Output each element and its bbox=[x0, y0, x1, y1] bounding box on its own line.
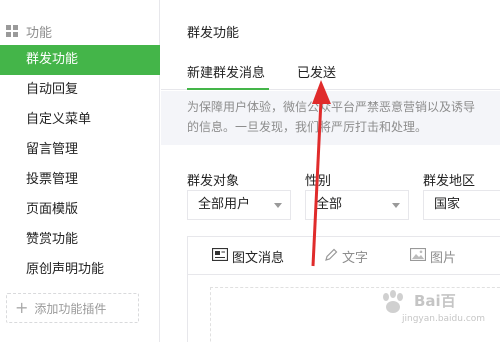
target-select[interactable]: 全部用户 bbox=[187, 190, 291, 220]
region-select[interactable]: 国家 bbox=[423, 190, 500, 220]
sidebar-item-auto-reply[interactable]: 自动回复 bbox=[0, 75, 160, 105]
sidebar-item-custom-menu[interactable]: 自定义菜单 bbox=[0, 105, 160, 135]
watermark-brand: Bai百 bbox=[414, 292, 456, 310]
gender-label: 性别 bbox=[305, 174, 332, 189]
sidebar: 功能 群发功能 自动回复 自定义菜单 留言管理 投票管理 页面模版 赞赏功能 原… bbox=[0, 0, 160, 342]
plus-icon: + bbox=[15, 298, 29, 317]
chevron-down-icon bbox=[274, 203, 282, 208]
sidebar-item-originality[interactable]: 原创声明功能 bbox=[0, 255, 160, 285]
tool-news-button[interactable]: 图文消息 bbox=[211, 247, 285, 266]
region-select-value: 国家 bbox=[434, 197, 461, 212]
tab-bar: 新建群发消息 已发送 bbox=[161, 58, 500, 90]
sidebar-item-tipping[interactable]: 赞赏功能 bbox=[0, 225, 160, 255]
sidebar-item-comments[interactable]: 留言管理 bbox=[0, 135, 160, 165]
target-select-value: 全部用户 bbox=[198, 197, 251, 212]
watermark-url: jingyan.baidu.com bbox=[402, 314, 486, 324]
tool-news-label: 图文消息 bbox=[232, 251, 285, 266]
policy-notice: 为保障用户体验，微信公众平台严禁恶意营销以及诱导 的信息。一旦发现，我们将严厉打… bbox=[161, 91, 500, 145]
paw-logo-icon bbox=[383, 290, 403, 313]
news-icon bbox=[211, 247, 229, 265]
add-plugin-button[interactable]: + 添加功能插件 bbox=[6, 293, 139, 323]
grid-icon bbox=[6, 25, 18, 37]
sidebar-item-broadcast[interactable]: 群发功能 bbox=[0, 45, 160, 75]
tool-image-button[interactable]: 图片 bbox=[409, 247, 457, 266]
page-title: 群发功能 bbox=[187, 26, 240, 41]
sidebar-section-title: 功能 bbox=[26, 26, 53, 41]
pen-icon bbox=[324, 248, 338, 266]
tab-sent[interactable]: 已发送 bbox=[297, 62, 336, 81]
gender-select-value: 全部 bbox=[316, 197, 343, 212]
tool-text-button[interactable]: 文字 bbox=[324, 247, 368, 266]
image-icon bbox=[409, 247, 427, 265]
add-plugin-label: 添加功能插件 bbox=[34, 301, 107, 316]
active-tab-indicator bbox=[187, 88, 269, 90]
target-label: 群发对象 bbox=[187, 174, 240, 189]
tool-image-label: 图片 bbox=[430, 251, 457, 266]
tab-new-broadcast[interactable]: 新建群发消息 bbox=[187, 62, 265, 81]
sidebar-menu: 群发功能 自动回复 自定义菜单 留言管理 投票管理 页面模版 赞赏功能 原创声明… bbox=[0, 45, 160, 285]
watermark: Bai百 jingyan.baidu.com bbox=[372, 288, 496, 338]
editor-toolbar: 图文消息 文字 图片 bbox=[188, 237, 500, 275]
gender-select[interactable]: 全部 bbox=[305, 190, 409, 220]
sidebar-item-votes[interactable]: 投票管理 bbox=[0, 165, 160, 195]
notice-line-1: 为保障用户体验，微信公众平台严禁恶意营销以及诱导 bbox=[187, 100, 476, 114]
sidebar-section-header: 功能 bbox=[0, 20, 160, 42]
tool-text-label: 文字 bbox=[342, 251, 369, 266]
chevron-down-icon bbox=[392, 203, 400, 208]
region-label: 群发地区 bbox=[423, 174, 476, 189]
notice-line-2: 的信息。一旦发现，我们将严厉打击和处理。 bbox=[187, 120, 428, 134]
sidebar-item-page-templates[interactable]: 页面模版 bbox=[0, 195, 160, 225]
